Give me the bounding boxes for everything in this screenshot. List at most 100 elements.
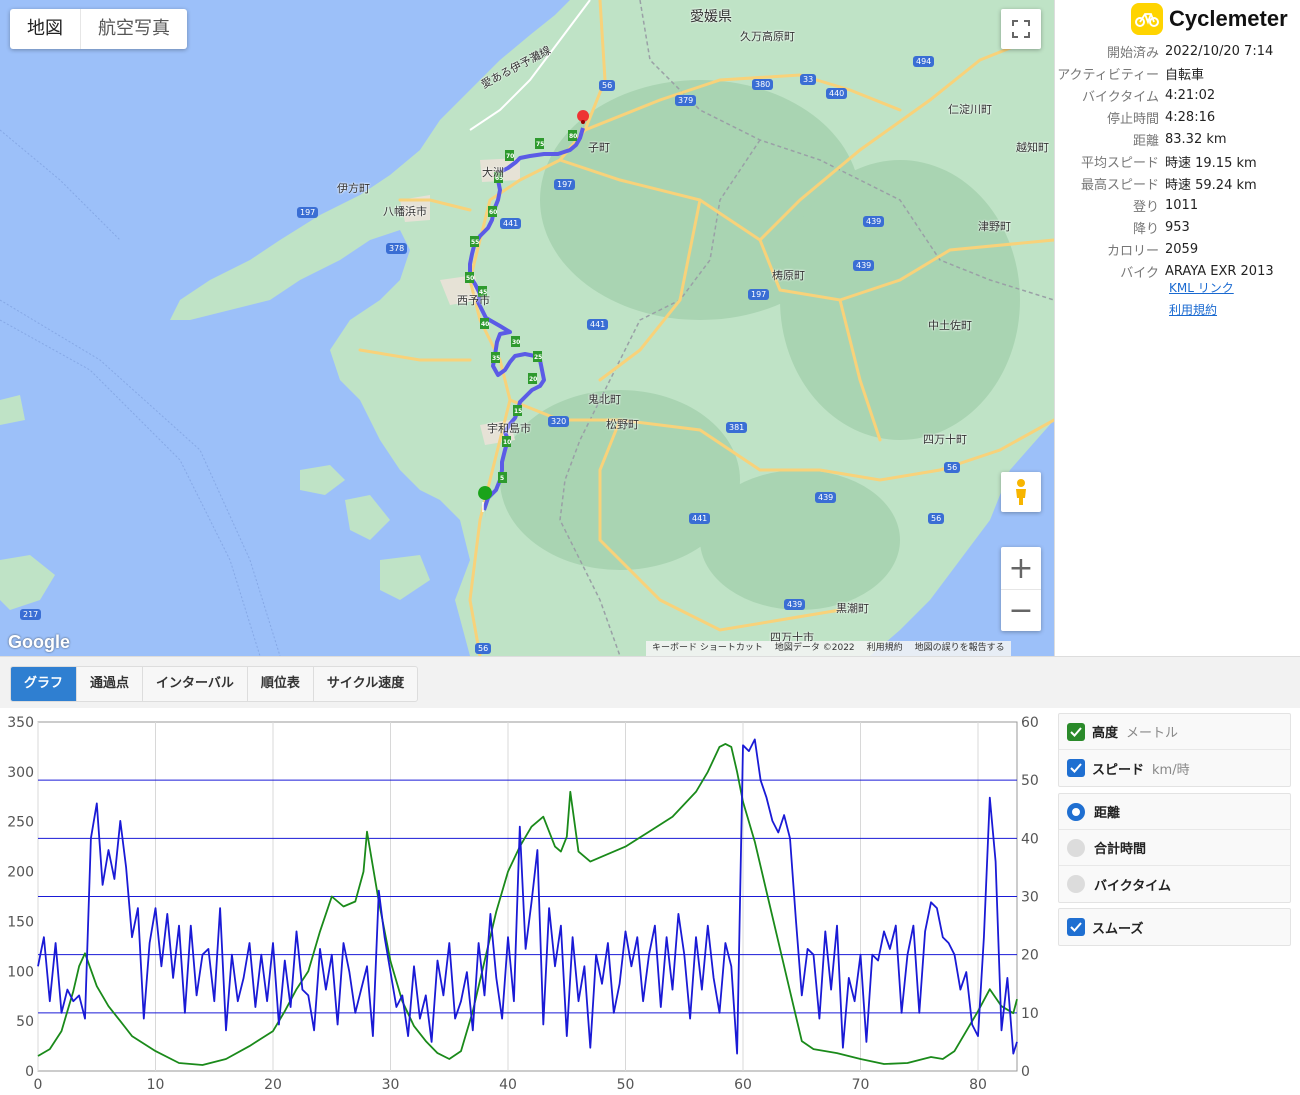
stat-value: 1011 (1165, 197, 1199, 213)
label-niyodogawa: 仁淀川町 (948, 103, 992, 116)
left-tick-label: 100 (7, 964, 34, 980)
x-axis-mode-group: 距離 合計時間 バイクタイム (1058, 793, 1291, 903)
left-tick-label: 350 (7, 715, 34, 731)
series-toggle-group: 高度 メートル スピード km/時 (1058, 713, 1291, 787)
left-tick-label: 50 (16, 1014, 34, 1030)
svg-text:15: 15 (514, 408, 522, 415)
svg-text:80: 80 (569, 133, 577, 140)
x-tick-label: 20 (264, 1077, 282, 1093)
tab-intervals[interactable]: インターバル (143, 667, 248, 701)
route-shield: 380 (752, 79, 774, 90)
x-mode-bike-time-label: バイクタイム (1094, 878, 1171, 894)
report-map-error-link[interactable]: 地図の誤りを報告する (915, 641, 1005, 656)
altitude-unit: メートル (1126, 726, 1179, 741)
x-mode-total-time[interactable]: 合計時間 (1059, 830, 1290, 866)
speed-toggle[interactable]: スピード km/時 (1059, 750, 1290, 786)
stat-row: アクティビティー 自転車 (1055, 62, 1300, 84)
svg-text:60: 60 (489, 209, 497, 216)
checkbox-checked-icon (1067, 918, 1085, 936)
fullscreen-button[interactable] (1001, 9, 1041, 49)
stat-label: カロリー (1106, 243, 1159, 259)
stat-value: 時速 19.15 km (1165, 155, 1257, 171)
stat-label: バイク (1120, 265, 1159, 281)
radio-unselected-icon (1067, 838, 1085, 857)
zoom-in-button[interactable]: + (1001, 547, 1041, 589)
route-shield: 197 (554, 179, 576, 190)
x-tick-label: 40 (499, 1077, 517, 1093)
label-uwajima: 宇和島市 (487, 422, 531, 435)
label-nakatosa: 中土佐町 (928, 319, 972, 332)
stat-value: 2059 (1165, 241, 1199, 257)
speed-label: スピード (1092, 762, 1145, 778)
stat-label: バイクタイム (1082, 89, 1159, 105)
view-tab-bar: グラフ 通過点 インターバル 順位表 サイクル速度 (0, 656, 1300, 708)
label-kihoku: 鬼北町 (588, 393, 621, 406)
map-attribution: キーボード ショートカット 地図データ ©2022 利用規約 地図の誤りを報告す… (646, 641, 1011, 656)
plus-icon: + (1008, 550, 1034, 586)
stat-label: 最高スピード (1080, 177, 1159, 193)
terms-link[interactable]: 利用規約 (1169, 301, 1217, 318)
route-shield: 381 (726, 422, 748, 433)
app-brand: Cyclemeter (1131, 3, 1288, 35)
x-mode-total-time-label: 合計時間 (1094, 842, 1147, 857)
route-shield: 197 (748, 289, 770, 300)
route-shield: 441 (587, 319, 609, 330)
zoom-out-button[interactable]: − (1001, 589, 1041, 631)
route-shield: 56 (475, 643, 492, 654)
altitude-speed-chart[interactable]: 050100150200250300350 0102030405060 0 10 2… (0, 708, 1050, 1095)
map-type-map-button[interactable]: 地図 (10, 9, 80, 49)
x-mode-distance-label: 距離 (1094, 806, 1121, 821)
route-shield: 197 (297, 207, 319, 218)
google-logo: Google (8, 632, 70, 652)
island-2 (300, 465, 345, 495)
kml-link[interactable]: KML リンク (1169, 279, 1234, 296)
right-tick-label: 0 (1021, 1064, 1030, 1080)
map-terms-link[interactable]: 利用規約 (867, 641, 903, 656)
ride-info-panel: Cyclemeter 開始済み 2022/10/20 7:14 アクティビティー自… (1054, 0, 1300, 656)
mountain-shade-4 (700, 470, 900, 610)
svg-text:5: 5 (500, 475, 504, 482)
street-view-pegman-button[interactable] (1001, 472, 1041, 512)
label-shimanto-town: 四万十町 (923, 433, 967, 446)
label-yusuhara: 梼原町 (772, 269, 805, 282)
x-tick-label: 30 (382, 1077, 400, 1093)
radio-unselected-icon (1067, 875, 1085, 893)
map-type-satellite-button[interactable]: 航空写真 (80, 9, 187, 49)
route-shield: 441 (500, 218, 522, 229)
fullscreen-icon (1012, 20, 1030, 38)
keyboard-shortcuts-link[interactable]: キーボード ショートカット (652, 641, 763, 656)
stat-value: 時速 59.24 km (1165, 177, 1257, 193)
pegman-icon (1016, 479, 1026, 505)
label-seiyo: 西予市 (457, 294, 490, 307)
smooth-toggle[interactable]: スムーズ (1059, 909, 1290, 945)
label-tsuno: 津野町 (978, 220, 1011, 233)
x-tick-label: 10 (147, 1077, 165, 1093)
right-tick-label: 50 (1021, 773, 1039, 789)
altitude-toggle[interactable]: 高度 メートル (1059, 714, 1290, 750)
route-shield: 33 (800, 74, 817, 85)
route-map[interactable]: 5 10 15 20 25 30 35 40 45 50 55 60 65 70… (0, 0, 1054, 656)
x-mode-bike-time[interactable]: バイクタイム (1059, 866, 1290, 902)
label-kumakogen: 久万高原町 (740, 30, 795, 43)
stat-value: 自転車 (1165, 67, 1205, 83)
tab-waypoints[interactable]: 通過点 (77, 667, 144, 701)
stat-value: 953 (1165, 219, 1190, 235)
route-shield: 378 (386, 243, 408, 254)
tab-leaderboard[interactable]: 順位表 (248, 667, 314, 701)
svg-text:50: 50 (466, 275, 474, 282)
svg-text:10: 10 (503, 439, 511, 446)
svg-text:35: 35 (492, 355, 500, 362)
x-mode-distance[interactable]: 距離 (1059, 794, 1290, 830)
island-4 (380, 555, 430, 600)
svg-text:70: 70 (506, 153, 514, 160)
label-yawatahama: 八幡浜市 (383, 205, 427, 218)
left-tick-label: 200 (7, 865, 34, 881)
route-shield: 217 (20, 609, 42, 620)
tab-cycle-speed[interactable]: サイクル速度 (314, 667, 417, 701)
tab-graph[interactable]: グラフ (11, 667, 78, 701)
right-axis-ticks: 0 10 20 30 40 50 60 (1021, 715, 1039, 1080)
island-5 (0, 395, 25, 425)
smooth-label: スムーズ (1092, 921, 1144, 937)
right-tick-label: 60 (1021, 715, 1039, 731)
x-tick-label: 50 (617, 1077, 635, 1093)
